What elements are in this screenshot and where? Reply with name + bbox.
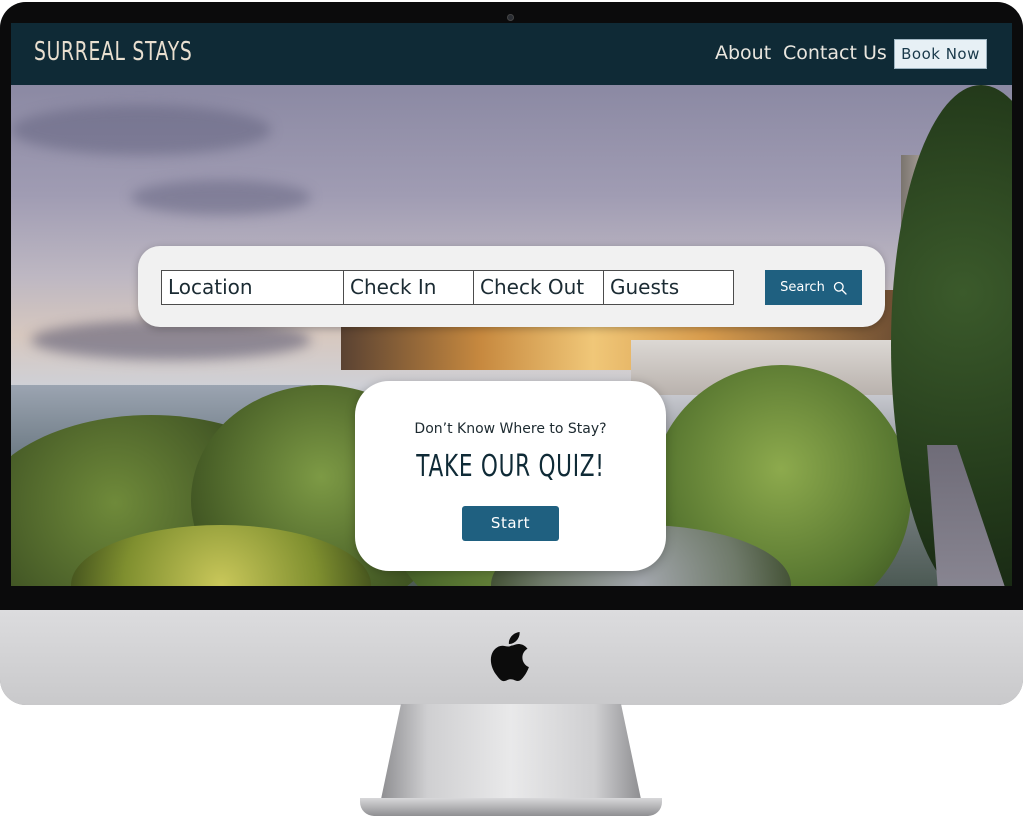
apple-logo-icon bbox=[490, 632, 529, 682]
quiz-subtitle: Don’t Know Where to Stay? bbox=[414, 421, 607, 437]
guests-field[interactable]: Guests bbox=[603, 270, 734, 305]
check-out-field[interactable]: Check Out bbox=[473, 270, 604, 305]
search-icon bbox=[833, 281, 847, 295]
brand-logo[interactable]: SURREAL STAYS bbox=[34, 37, 193, 67]
search-button[interactable]: Search bbox=[765, 270, 862, 305]
nav-about-link[interactable]: About bbox=[715, 42, 771, 64]
monitor-stand-foot bbox=[360, 798, 662, 816]
check-in-field[interactable]: Check In bbox=[343, 270, 474, 305]
search-panel: Location Check In Check Out Guests Searc… bbox=[138, 246, 885, 327]
camera-icon bbox=[507, 14, 514, 21]
navbar: SURREAL STAYS About Contact Us Book Now bbox=[11, 23, 1012, 85]
monitor-stand bbox=[380, 704, 642, 804]
search-button-label: Search bbox=[780, 280, 825, 295]
website-screen: SURREAL STAYS About Contact Us Book Now … bbox=[11, 23, 1012, 586]
quiz-card: Don’t Know Where to Stay? TAKE OUR QUIZ!… bbox=[355, 381, 666, 571]
hero-image: Location Check In Check Out Guests Searc… bbox=[11, 85, 1012, 586]
start-quiz-button[interactable]: Start bbox=[462, 506, 559, 541]
location-field[interactable]: Location bbox=[161, 270, 344, 305]
quiz-title: TAKE OUR QUIZ! bbox=[416, 449, 605, 484]
book-now-button[interactable]: Book Now bbox=[894, 39, 987, 69]
nav-contact-link[interactable]: Contact Us bbox=[783, 42, 887, 64]
